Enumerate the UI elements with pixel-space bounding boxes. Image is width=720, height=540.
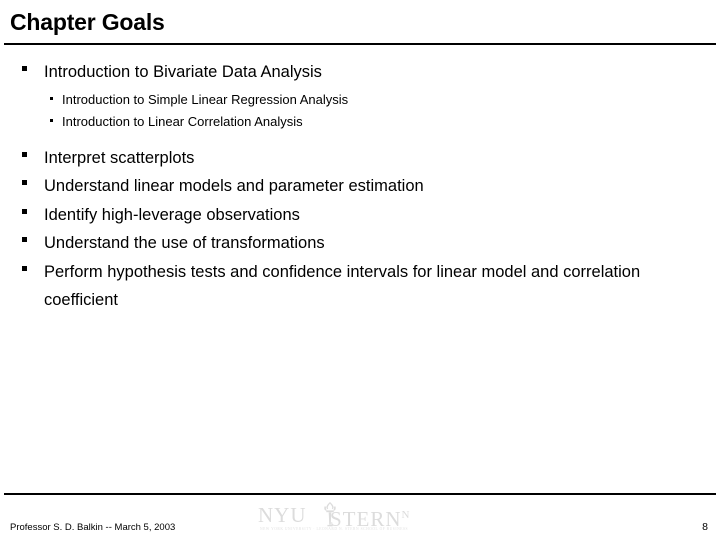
- list-item-label: Identify high-leverage observations: [44, 205, 300, 224]
- bullet-list: Introduction to Bivariate Data Analysis …: [0, 58, 720, 315]
- list-item: Introduction to Bivariate Data Analysis: [0, 58, 720, 87]
- page-number: 8: [702, 521, 708, 533]
- logo-word-nyu: NYU: [258, 503, 307, 527]
- slide: Chapter Goals Introduction to Bivariate …: [0, 0, 720, 540]
- sub-list-item-label: Introduction to Linear Correlation Analy…: [62, 113, 303, 129]
- footer-attribution: Professor S. D. Balkin -- March 5, 2003: [10, 522, 176, 533]
- sub-list-item: Introduction to Linear Correlation Analy…: [0, 111, 720, 133]
- nyu-stern-logo: NYU STERNN NEW YORK UNIVERSITY · LEONARD…: [258, 502, 424, 535]
- list-item-label: Introduction to Bivariate Data Analysis: [44, 63, 322, 81]
- square-bullet-icon: [22, 229, 44, 258]
- square-bullet-icon: [22, 201, 44, 230]
- list-item-label: Understand linear models and parameter e…: [44, 177, 424, 195]
- square-bullet-icon: [22, 58, 44, 87]
- list-item: Identify high-leverage observations: [0, 201, 720, 230]
- logo-superscript: N: [401, 509, 410, 521]
- page-title: Chapter Goals: [10, 9, 165, 35]
- footer-divider: [4, 493, 716, 495]
- torch-icon: [324, 502, 336, 527]
- list-item: Understand linear models and parameter e…: [0, 172, 720, 201]
- list-item: Interpret scatterplots: [0, 144, 720, 173]
- square-bullet-icon: [22, 258, 44, 287]
- title-divider: [4, 43, 716, 45]
- list-item-label: Understand the use of transformations: [44, 234, 325, 252]
- list-item-label: Perform hypothesis tests and confidence …: [44, 262, 641, 310]
- logo-wordmark: NYU STERNN: [258, 503, 424, 531]
- sub-bullet-list: Introduction to Simple Linear Regression…: [0, 89, 720, 133]
- list-item-label: Interpret scatterplots: [44, 148, 195, 167]
- list-item: Understand the use of transformations: [0, 229, 720, 258]
- sub-list-item-label: Introduction to Simple Linear Regression…: [62, 91, 349, 107]
- logo-tagline: NEW YORK UNIVERSITY · LEONARD N. STERN S…: [260, 527, 409, 531]
- square-bullet-icon: [22, 172, 44, 201]
- list-item: Perform hypothesis tests and confidence …: [0, 258, 720, 315]
- sub-list-item: Introduction to Simple Linear Regression…: [0, 89, 720, 111]
- dot-bullet-icon: [50, 111, 62, 133]
- square-bullet-icon: [22, 144, 44, 173]
- dot-bullet-icon: [50, 89, 62, 111]
